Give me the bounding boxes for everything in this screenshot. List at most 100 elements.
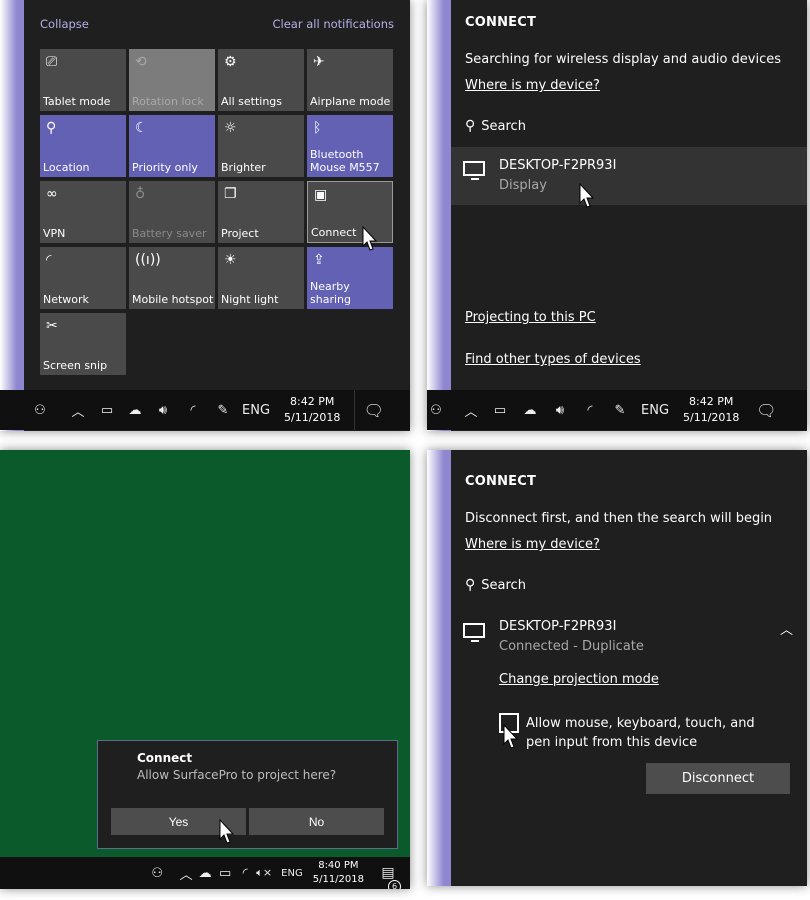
accent-strip bbox=[427, 450, 451, 886]
tile-label: Night light bbox=[221, 293, 279, 306]
tile-label: Location bbox=[43, 161, 90, 174]
tile-label: Priority only bbox=[132, 161, 198, 174]
wifi-icon[interactable]: ◜ bbox=[579, 390, 601, 430]
chevron-up-icon[interactable]: ︿ bbox=[780, 619, 793, 638]
people-icon[interactable]: ⚇ bbox=[149, 857, 165, 889]
clock-date: 5/11/2018 bbox=[284, 411, 341, 424]
volume-muted-icon[interactable]: 🔈︎× bbox=[255, 857, 273, 889]
clock-time: 8:42 PM bbox=[290, 395, 335, 408]
people-icon[interactable]: ⚇ bbox=[30, 390, 50, 430]
collapse-link[interactable]: Collapse bbox=[40, 17, 89, 31]
chevron-up-icon[interactable]: ︿ bbox=[461, 390, 481, 430]
connect-toast: Connect Allow SurfacePro to project here… bbox=[97, 740, 398, 849]
tile-connect[interactable]: ▣ Connect bbox=[307, 181, 393, 243]
search-icon: ⚲ bbox=[465, 577, 476, 593]
tile-tablet-mode[interactable]: ⎚ Tablet mode bbox=[40, 49, 126, 111]
device-name: DESKTOP-F2PR93I bbox=[499, 158, 617, 173]
chevron-up-icon[interactable]: ︿ bbox=[179, 857, 193, 889]
no-button[interactable]: No bbox=[249, 808, 384, 835]
pen-icon[interactable]: ✎ bbox=[609, 390, 631, 430]
tile-bluetooth-mouse-m557[interactable]: ᛒ Bluetooth Mouse M557 bbox=[307, 115, 393, 177]
allow-input-label-line-1: Allow mouse, keyboard, touch, and bbox=[526, 716, 755, 731]
search-button[interactable]: ⚲ Search bbox=[465, 577, 526, 593]
network-icon: ◜ bbox=[46, 252, 52, 268]
tile-all-settings[interactable]: ⚙ All settings bbox=[218, 49, 304, 111]
tile-rotation-lock[interactable]: ⟲ Rotation lock bbox=[129, 49, 215, 111]
where-is-my-device-link[interactable]: Where is my device? bbox=[465, 78, 600, 93]
search-label: Search bbox=[481, 118, 526, 134]
tile-label: Connect bbox=[311, 226, 357, 239]
chevron-up-icon[interactable]: ︿ bbox=[68, 390, 88, 430]
toast-title: Connect bbox=[137, 751, 193, 765]
onedrive-cloud-icon[interactable]: ☁ bbox=[124, 390, 146, 430]
tile-screen-snip[interactable]: ✂ Screen snip bbox=[40, 313, 126, 375]
allow-input-label-line-2: pen input from this device bbox=[526, 735, 698, 750]
tile-label: Battery saver bbox=[132, 227, 207, 240]
tile-label: Airplane mode bbox=[310, 95, 391, 108]
change-projection-mode-link[interactable]: Change projection mode bbox=[499, 672, 659, 687]
device-list-item-expanded[interactable]: DESKTOP-F2PR93I Connected - Duplicate ︿ bbox=[451, 609, 807, 667]
volume-icon[interactable]: 🔊︎ bbox=[152, 390, 174, 430]
tile-label: VPN bbox=[43, 227, 66, 240]
tile-label: All settings bbox=[221, 95, 282, 108]
tile-label: Screen snip bbox=[43, 359, 108, 372]
search-label: Search bbox=[481, 577, 526, 593]
tile-battery-saver[interactable]: ♁ Battery saver bbox=[129, 181, 215, 243]
onedrive-cloud-icon[interactable]: ☁ bbox=[197, 857, 213, 889]
tile-label: Mobile hotspot bbox=[132, 293, 214, 306]
projecting-to-this-pc-link[interactable]: Projecting to this PC bbox=[465, 310, 596, 325]
wifi-icon[interactable]: ◜ bbox=[182, 390, 204, 430]
device-list-item[interactable]: DESKTOP-F2PR93I Display bbox=[451, 147, 807, 208]
tile-label: Network bbox=[43, 293, 89, 306]
monitor-icon bbox=[463, 623, 485, 642]
connect-icon: ▣ bbox=[314, 187, 328, 203]
language-indicator[interactable]: ENG bbox=[281, 857, 303, 889]
tile-night-light[interactable]: ☀ Night light bbox=[218, 247, 304, 309]
tile-mobile-hotspot[interactable]: ((ı)) Mobile hotspot bbox=[129, 247, 215, 309]
language-indicator[interactable]: ENG bbox=[641, 390, 669, 430]
disconnect-button[interactable]: Disconnect bbox=[646, 763, 790, 794]
tile-project[interactable]: ❐ Project bbox=[218, 181, 304, 243]
clock[interactable]: 8:42 PM 5/11/2018 bbox=[683, 394, 739, 426]
tile-network[interactable]: ◜ Network bbox=[40, 247, 126, 309]
battery-saver-icon: ♁ bbox=[135, 186, 146, 202]
power-battery-icon[interactable]: ▭ bbox=[489, 390, 511, 430]
hotspot-icon: ((ı)) bbox=[135, 252, 161, 268]
tile-airplane-mode[interactable]: ✈ Airplane mode bbox=[307, 49, 393, 111]
power-battery-icon[interactable]: ▭ bbox=[96, 390, 118, 430]
tile-label: Bluetooth Mouse M557 bbox=[310, 148, 380, 174]
action-center: Collapse Clear all notifications ⎚ Tablet… bbox=[24, 0, 410, 390]
language-indicator[interactable]: ENG bbox=[242, 390, 270, 430]
gear-icon: ⚙ bbox=[224, 54, 237, 70]
find-other-devices-link[interactable]: Find other types of devices bbox=[465, 352, 641, 367]
action-center-icon[interactable]: 🗨︎ bbox=[354, 390, 392, 430]
power-battery-icon[interactable]: ▭ bbox=[217, 857, 233, 889]
onedrive-sync-icon[interactable]: ☁ bbox=[519, 390, 541, 430]
device-status: Connected - Duplicate bbox=[499, 639, 644, 654]
notifications-icon[interactable]: ▤ 6 bbox=[380, 857, 401, 889]
tile-label: Project bbox=[221, 227, 259, 240]
where-is-my-device-link[interactable]: Where is my device? bbox=[465, 537, 600, 552]
quick-actions-grid: ⎚ Tablet mode ⟲ Rotation lock ⚙ All settings ✈… bbox=[40, 49, 393, 375]
pen-icon[interactable]: ✎ bbox=[212, 390, 234, 430]
tile-label: Nearby sharing bbox=[310, 280, 351, 306]
tile-vpn[interactable]: ∞ VPN bbox=[40, 181, 126, 243]
wifi-icon[interactable]: ◜ bbox=[237, 857, 253, 889]
action-center-icon[interactable]: 🗨︎ bbox=[749, 390, 783, 430]
tile-brighter[interactable]: ☼ Brighter bbox=[218, 115, 304, 177]
search-button[interactable]: ⚲ Search bbox=[465, 118, 526, 134]
tile-location[interactable]: ⚲ Location bbox=[40, 115, 126, 177]
volume-icon[interactable]: 🔊︎ bbox=[549, 390, 571, 430]
device-type: Display bbox=[499, 178, 547, 193]
action-center-panel: Collapse Clear all notifications ⎚ Tablet… bbox=[0, 0, 410, 431]
clock[interactable]: 8:42 PM 5/11/2018 bbox=[284, 394, 340, 426]
tile-nearby-sharing[interactable]: ⇪ Nearby sharing bbox=[307, 247, 393, 309]
nearby-sharing-icon: ⇪ bbox=[313, 252, 325, 268]
people-icon[interactable]: ⚇ bbox=[429, 390, 443, 430]
taskbar: ⚇ ︿ ▭ ☁ 🔊︎ ◜ ✎ ENG 8:42 PM 5/11/2018 🗨︎ bbox=[427, 390, 807, 430]
tile-label: Brighter bbox=[221, 161, 266, 174]
clear-all-notifications-link[interactable]: Clear all notifications bbox=[273, 17, 395, 31]
tile-priority-only[interactable]: ☾ Priority only bbox=[129, 115, 215, 177]
clock[interactable]: 8:40 PM 5/11/2018 bbox=[313, 859, 364, 887]
tile-label: Tablet mode bbox=[43, 95, 111, 108]
